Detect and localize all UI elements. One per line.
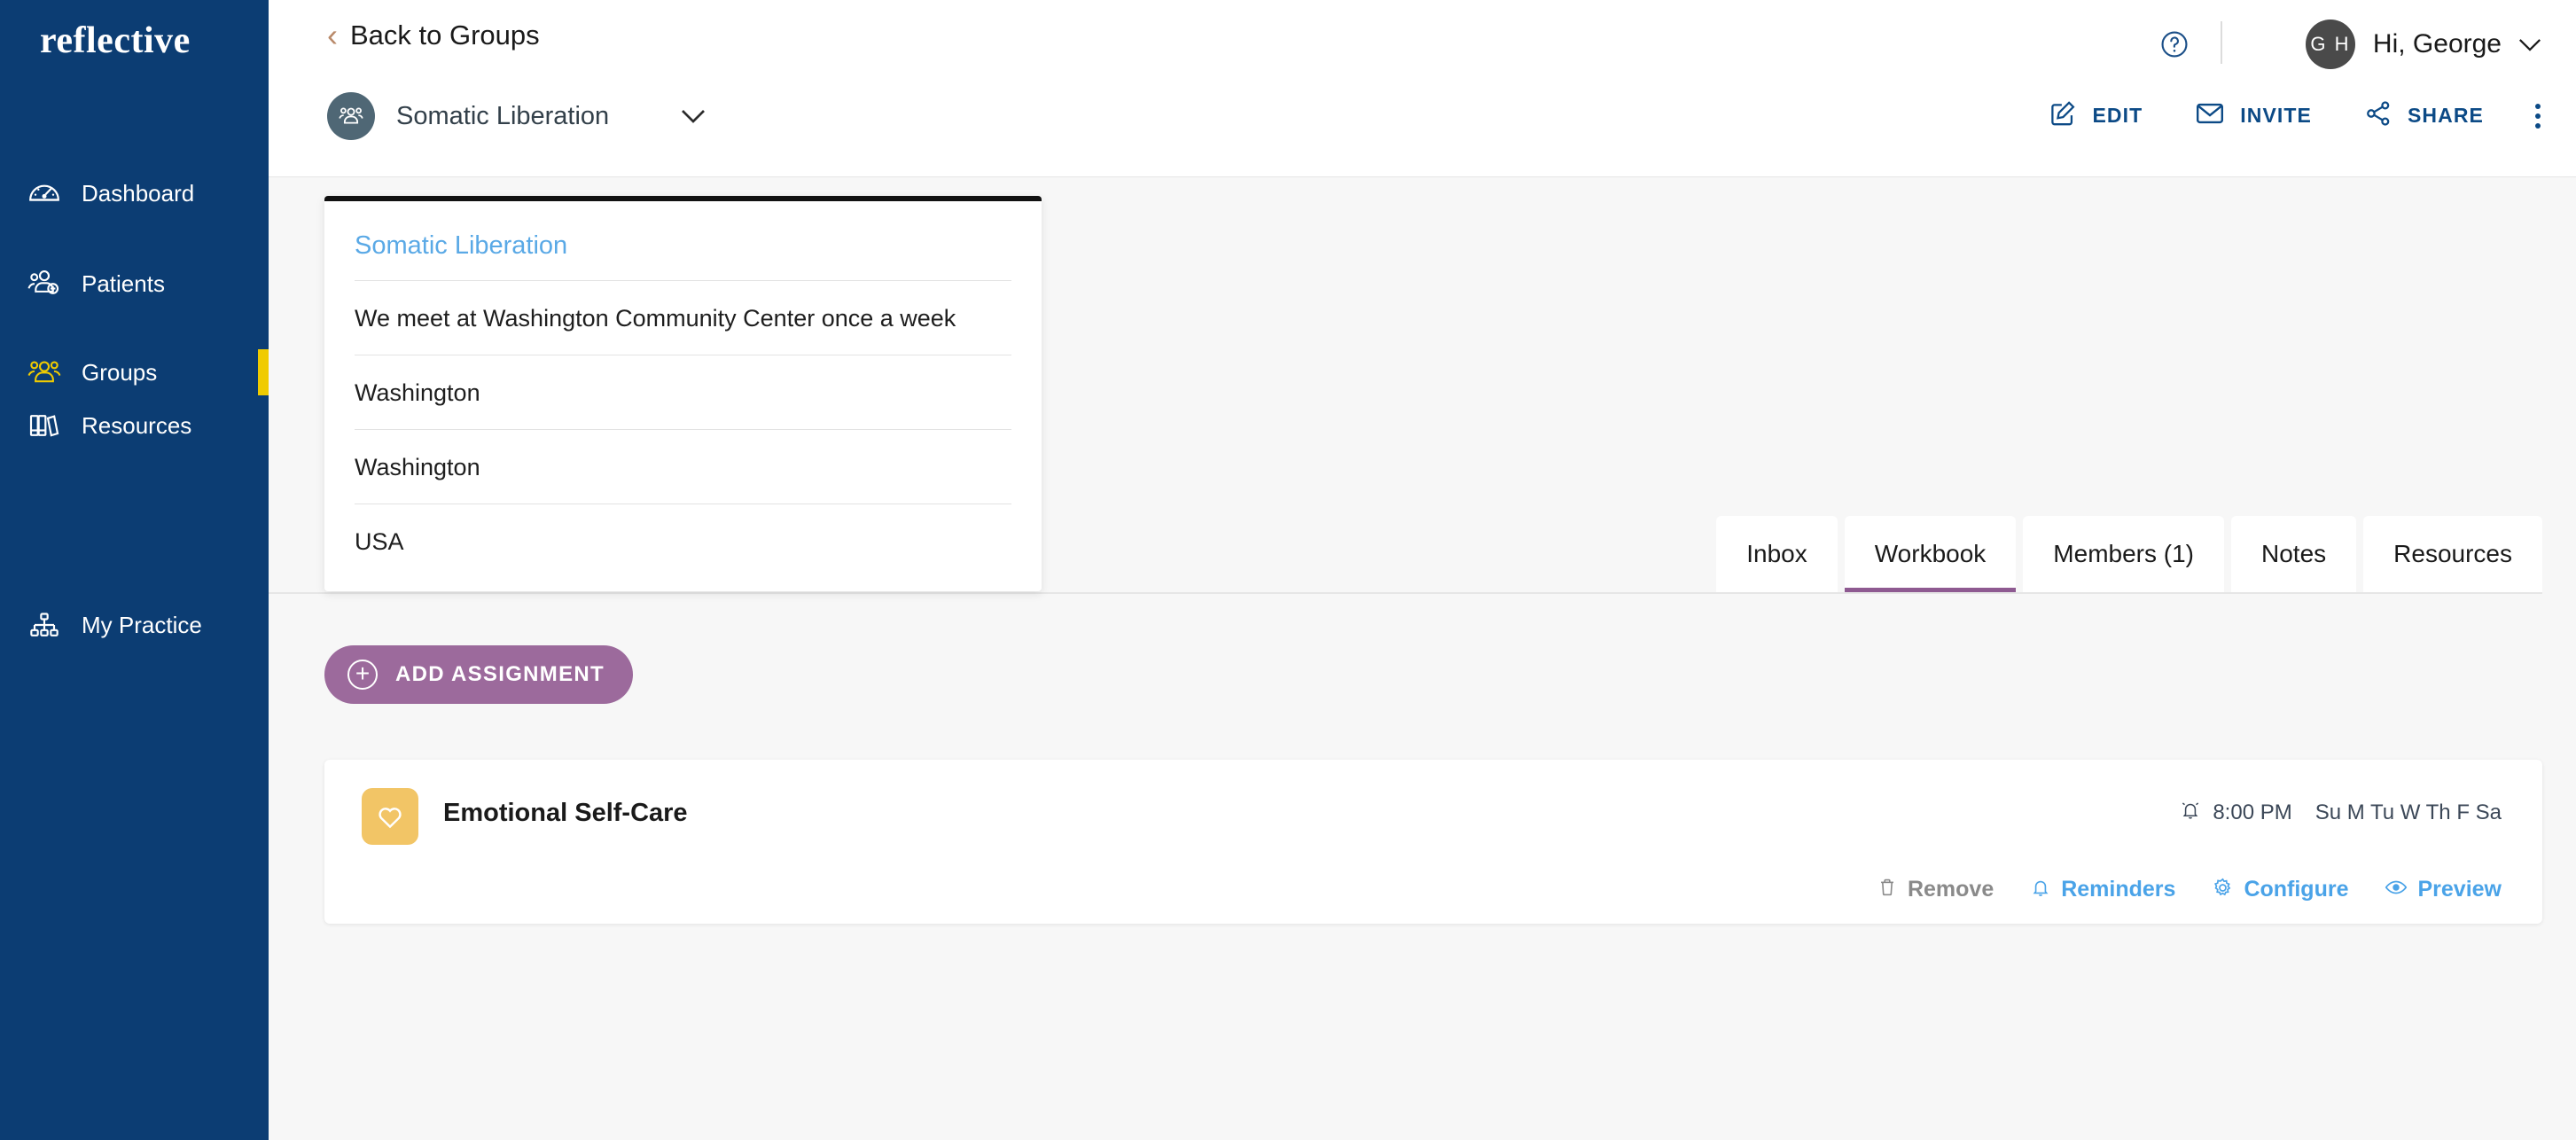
sidebar-item-my-practice[interactable]: My Practice bbox=[0, 590, 269, 660]
envelope-icon bbox=[2194, 98, 2226, 134]
plus-circle-icon bbox=[347, 660, 378, 690]
edit-button[interactable]: EDIT bbox=[2048, 98, 2143, 133]
back-to-groups-link[interactable]: ‹ Back to Groups bbox=[327, 20, 540, 51]
group-detail-row: Washington bbox=[355, 430, 1011, 504]
alarm-bell-icon bbox=[2179, 799, 2202, 826]
add-assignment-label: ADD ASSIGNMENT bbox=[395, 662, 605, 686]
assignment-schedule: 8:00 PM Su M Tu W Th F Sa bbox=[2179, 799, 2502, 826]
assignment-time: 8:00 PM bbox=[2213, 800, 2292, 824]
tab-inbox[interactable]: Inbox bbox=[1716, 516, 1838, 592]
chevron-down-icon bbox=[2517, 37, 2542, 52]
sidebar-item-label: Patients bbox=[82, 269, 165, 297]
avatar: G H bbox=[2305, 20, 2355, 69]
sidebar-item-label: Resources bbox=[82, 411, 192, 439]
back-link-label: Back to Groups bbox=[350, 20, 540, 51]
pencil-square-icon bbox=[2048, 98, 2078, 133]
group-details-panel: Somatic Liberation We meet at Washington… bbox=[324, 196, 1042, 591]
group-detail-row: Washington bbox=[355, 355, 1011, 430]
page-header: ‹ Back to Groups Somatic Liberation G H … bbox=[269, 0, 2576, 177]
sidebar-item-label: Dashboard bbox=[82, 179, 195, 207]
invite-button[interactable]: INVITE bbox=[2194, 98, 2312, 134]
speedometer-icon bbox=[20, 176, 69, 211]
group-selector[interactable]: Somatic Liberation bbox=[327, 92, 706, 140]
tabs-underline bbox=[269, 592, 2542, 594]
bell-icon bbox=[2029, 876, 2052, 903]
share-nodes-icon bbox=[2363, 98, 2393, 133]
trash-icon bbox=[1876, 876, 1899, 903]
share-button[interactable]: SHARE bbox=[2363, 98, 2484, 133]
chevron-down-icon[interactable] bbox=[680, 108, 706, 124]
user-greeting: Hi, George bbox=[2372, 29, 2502, 59]
sidebar: reflective Dashboard Patients Groups Res… bbox=[0, 0, 269, 1140]
main-content: Somatic Liberation We meet at Washington… bbox=[269, 177, 2576, 1140]
tab-notes[interactable]: Notes bbox=[2231, 516, 2357, 592]
gear-icon bbox=[2211, 876, 2235, 904]
eye-icon bbox=[2384, 875, 2408, 904]
group-detail-row: We meet at Washington Community Center o… bbox=[355, 281, 1011, 355]
heart-icon bbox=[362, 788, 418, 845]
assignment-actions: Remove Reminders Configure Preview bbox=[1840, 875, 2502, 904]
share-button-label: SHARE bbox=[2407, 104, 2484, 127]
assignment-days: Su M Tu W Th F Sa bbox=[2314, 800, 2502, 824]
assignment-card: Emotional Self-Care 8:00 PM Su M Tu W Th… bbox=[324, 760, 2542, 924]
kebab-menu-icon[interactable] bbox=[2526, 100, 2549, 132]
reminders-button[interactable]: Reminders bbox=[2029, 876, 2175, 903]
preview-button[interactable]: Preview bbox=[2384, 875, 2502, 904]
preview-label: Preview bbox=[2417, 877, 2502, 902]
question-circle-icon[interactable] bbox=[2159, 29, 2190, 64]
tab-workbook[interactable]: Workbook bbox=[1844, 516, 2017, 592]
sidebar-item-dashboard[interactable]: Dashboard bbox=[0, 158, 269, 229]
sidebar-item-label: Groups bbox=[82, 358, 158, 386]
group-name-label: Somatic Liberation bbox=[396, 101, 610, 130]
header-action-bar: EDIT INVITE SHARE bbox=[1996, 98, 2549, 134]
assignment-title: Emotional Self-Care bbox=[443, 799, 688, 827]
group-detail-row: USA bbox=[355, 528, 404, 555]
app-logo: reflective bbox=[40, 20, 191, 61]
remove-button[interactable]: Remove bbox=[1876, 876, 1994, 903]
chevron-left-icon: ‹ bbox=[327, 17, 338, 53]
configure-button[interactable]: Configure bbox=[2211, 876, 2348, 904]
edit-button-label: EDIT bbox=[2092, 104, 2143, 127]
configure-label: Configure bbox=[2244, 877, 2349, 902]
header-divider bbox=[2221, 21, 2222, 64]
tab-bar: Inbox Workbook Members (1) Notes Resourc… bbox=[1709, 516, 2542, 592]
org-chart-icon bbox=[20, 607, 69, 643]
books-icon bbox=[20, 408, 69, 443]
people-add-icon bbox=[20, 265, 69, 302]
invite-button-label: INVITE bbox=[2240, 104, 2312, 127]
tab-members[interactable]: Members (1) bbox=[2023, 516, 2224, 592]
sidebar-active-indicator bbox=[258, 349, 269, 395]
reminders-label: Reminders bbox=[2061, 877, 2176, 902]
remove-label: Remove bbox=[1907, 877, 1994, 902]
people-group-icon bbox=[327, 92, 375, 140]
user-menu[interactable]: G H Hi, George bbox=[2305, 20, 2542, 69]
tab-resources[interactable]: Resources bbox=[2363, 516, 2542, 592]
people-group-icon bbox=[20, 354, 69, 391]
sidebar-item-label: My Practice bbox=[82, 611, 202, 638]
add-assignment-button[interactable]: ADD ASSIGNMENT bbox=[324, 645, 633, 704]
sidebar-item-resources[interactable]: Resources bbox=[0, 390, 269, 461]
group-details-title: Somatic Liberation bbox=[355, 201, 1011, 281]
sidebar-item-patients[interactable]: Patients bbox=[0, 248, 269, 319]
